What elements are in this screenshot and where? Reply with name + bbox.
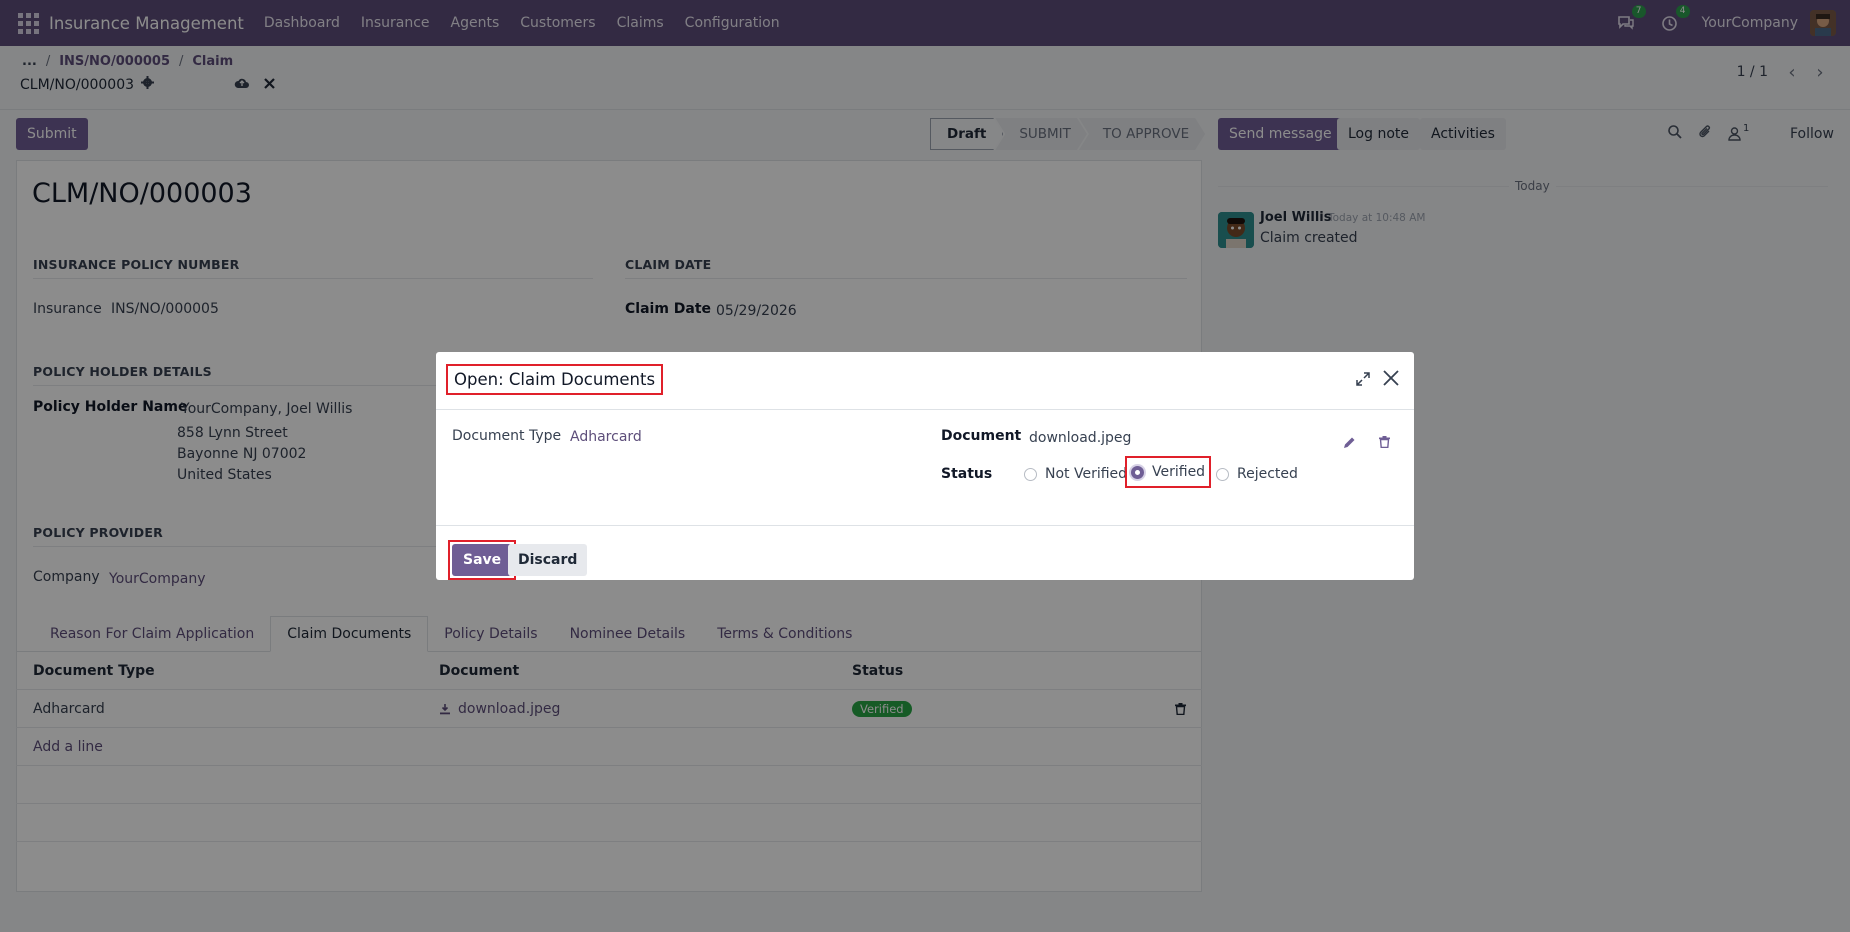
- radio-circle-selected[interactable]: [1131, 465, 1144, 479]
- edit-pencil-icon[interactable]: [1343, 436, 1356, 453]
- radio-circle[interactable]: [1216, 467, 1229, 481]
- radio-label: Not Verified: [1045, 466, 1128, 482]
- radio-not-verified[interactable]: Not Verified: [1024, 466, 1127, 482]
- claim-documents-dialog: Open: Claim Documents Document Type Adha…: [436, 352, 1414, 580]
- close-icon[interactable]: [1382, 369, 1400, 391]
- discard-button[interactable]: Discard: [508, 544, 588, 576]
- expand-icon[interactable]: [1356, 372, 1370, 390]
- document-filename[interactable]: download.jpeg: [1029, 430, 1131, 446]
- document-type-value[interactable]: Adharcard: [570, 429, 642, 445]
- document-type-label: Document Type: [452, 428, 562, 444]
- radio-rejected[interactable]: Rejected: [1216, 466, 1298, 482]
- dialog-title: Open: Claim Documents: [446, 364, 664, 395]
- status-label: Status: [941, 466, 993, 482]
- radio-circle[interactable]: [1024, 467, 1037, 481]
- save-highlight: Save: [448, 540, 517, 580]
- save-button[interactable]: Save: [452, 544, 513, 576]
- radio-label: Rejected: [1237, 466, 1298, 482]
- radio-label: Verified: [1152, 464, 1206, 480]
- document-label: Document: [941, 428, 1022, 444]
- dialog-header: Open: Claim Documents: [436, 352, 1414, 410]
- dialog-body: Document Type Adharcard Document downloa…: [436, 410, 1414, 526]
- trash-icon[interactable]: [1379, 436, 1390, 452]
- dialog-footer: Save Discard: [436, 526, 1414, 580]
- radio-verified[interactable]: Verified: [1125, 456, 1212, 488]
